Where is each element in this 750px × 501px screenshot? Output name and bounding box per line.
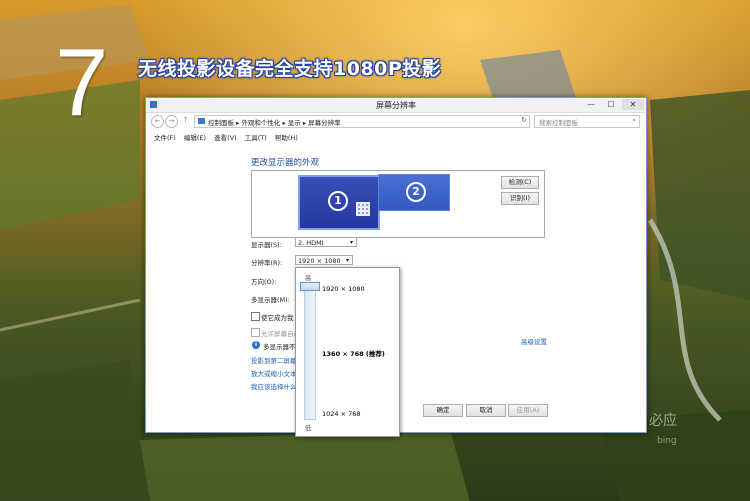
menu-view[interactable]: 查看(V) <box>214 134 237 142</box>
multiple-displays-label: 多显示器(M): <box>251 296 290 304</box>
search-box[interactable]: 搜索控制面板 ⌕ <box>534 115 640 128</box>
main-display-checkbox[interactable] <box>251 312 260 321</box>
main-display-label: 使它成为我 <box>261 314 294 322</box>
back-arrow-icon[interactable]: ← <box>151 115 164 128</box>
up-arrow-icon[interactable]: ↑ <box>180 115 191 126</box>
window-title: 屏幕分辨率 <box>376 101 416 110</box>
maximize-button[interactable]: ☐ <box>602 99 620 110</box>
display-select[interactable]: 2. HDMI ▾ <box>295 237 357 247</box>
watermark-subtext: bing <box>657 436 677 446</box>
cancel-button[interactable]: 取消 <box>466 404 506 417</box>
resolution-label: 分辨率(R): <box>251 259 283 267</box>
low-label: 低 <box>305 424 312 432</box>
advanced-settings-link[interactable]: 高级设置 <box>521 336 547 346</box>
text-size-link[interactable]: 放大或缩小文本 <box>251 368 297 378</box>
menu-edit[interactable]: 编辑(E) <box>184 134 206 142</box>
forward-arrow-icon[interactable]: → <box>165 115 178 128</box>
resolution-slider-thumb[interactable] <box>300 282 320 291</box>
display-select-value: 2. HDMI <box>298 239 324 247</box>
grid-icon <box>356 202 370 216</box>
minimize-button[interactable]: — <box>582 99 600 110</box>
auto-rotate-checkbox[interactable] <box>251 328 260 337</box>
title-bar[interactable]: 屏幕分辨率 — ☐ ✕ <box>146 98 646 113</box>
chevron-down-icon: ▾ <box>349 239 353 246</box>
menu-tools[interactable]: 工具(T) <box>245 134 267 142</box>
info-text: 多显示器不 <box>263 343 296 351</box>
computer-icon <box>198 118 205 124</box>
resolution-option-1360[interactable]: 1360 × 768 (推荐) <box>322 348 385 358</box>
monitor-1-badge: 1 <box>328 191 348 211</box>
display-label: 显示器(S): <box>251 241 282 249</box>
resolution-select-value: 1920 × 1080 <box>298 257 341 265</box>
identify-button[interactable]: 识别(I) <box>501 192 539 205</box>
resolution-dropdown: 高 1920 × 1080 1360 × 768 (推荐) 1024 × 768… <box>295 267 400 437</box>
apply-button[interactable]: 应用(A) <box>508 404 548 417</box>
resolution-select[interactable]: 1920 × 1080 ▾ <box>295 255 353 265</box>
refresh-icon[interactable]: ↻ <box>521 116 527 124</box>
watermark-text: 必应 <box>649 413 677 429</box>
resolution-option-1024[interactable]: 1024 × 768 <box>322 410 361 418</box>
resolution-slider-track[interactable] <box>304 284 316 420</box>
monitor-2-badge: 2 <box>406 182 426 202</box>
menu-file[interactable]: 文件(F) <box>154 134 176 142</box>
navigation-bar: ← → ↑ 控制面板 ▸ 外观和个性化 ▸ 显示 ▸ 屏幕分辨率 ↻ 搜索控制面… <box>146 114 646 128</box>
headline-caption: 无线投影设备完全支持1080P投影 <box>138 58 442 80</box>
chevron-down-icon: ▾ <box>345 257 349 264</box>
ok-button[interactable]: 确定 <box>423 404 463 417</box>
info-icon: i <box>252 341 260 349</box>
project-link[interactable]: 投影到第二屏幕 <box>251 355 297 365</box>
address-bar[interactable]: 控制面板 ▸ 外观和个性化 ▸ 显示 ▸ 屏幕分辨率 ↻ <box>194 115 530 128</box>
step-number: 7 <box>55 29 109 136</box>
which-settings-link[interactable]: 我应该选择什么 <box>251 381 297 391</box>
resolution-option-1920[interactable]: 1920 × 1080 <box>322 285 365 293</box>
menu-help[interactable]: 帮助(H) <box>275 134 298 142</box>
search-input[interactable]: 搜索控制面板 <box>539 117 578 127</box>
search-icon[interactable]: ⌕ <box>632 116 636 125</box>
menu-bar: 文件(F) 编辑(E) 查看(V) 工具(T) 帮助(H) <box>154 132 304 142</box>
close-button[interactable]: ✕ <box>622 99 644 110</box>
high-label: 高 <box>305 274 312 282</box>
page-title: 更改显示器的外观 <box>251 158 320 168</box>
breadcrumb[interactable]: 控制面板 ▸ 外观和个性化 ▸ 显示 ▸ 屏幕分辨率 <box>208 117 341 127</box>
orientation-label: 方向(O): <box>251 278 277 286</box>
detect-button[interactable]: 检测(C) <box>501 176 539 189</box>
